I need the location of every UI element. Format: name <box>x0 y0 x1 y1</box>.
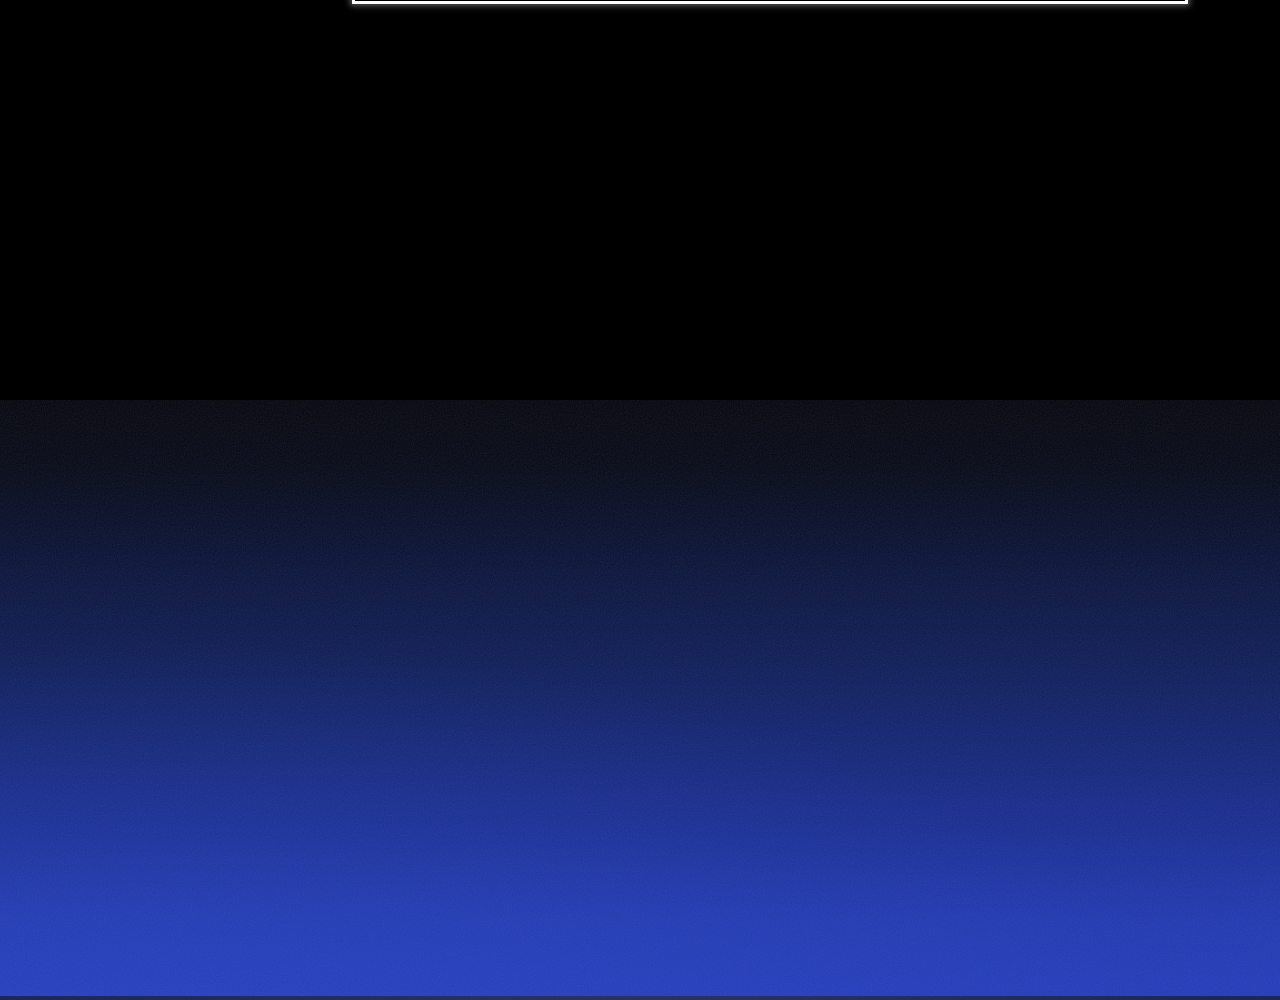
comic-panel-bottom-edge <box>352 0 1188 4</box>
horizon-edge <box>0 996 1280 1000</box>
grain-texture <box>0 400 1280 1000</box>
night-sky-gradient-background <box>0 0 1280 1000</box>
